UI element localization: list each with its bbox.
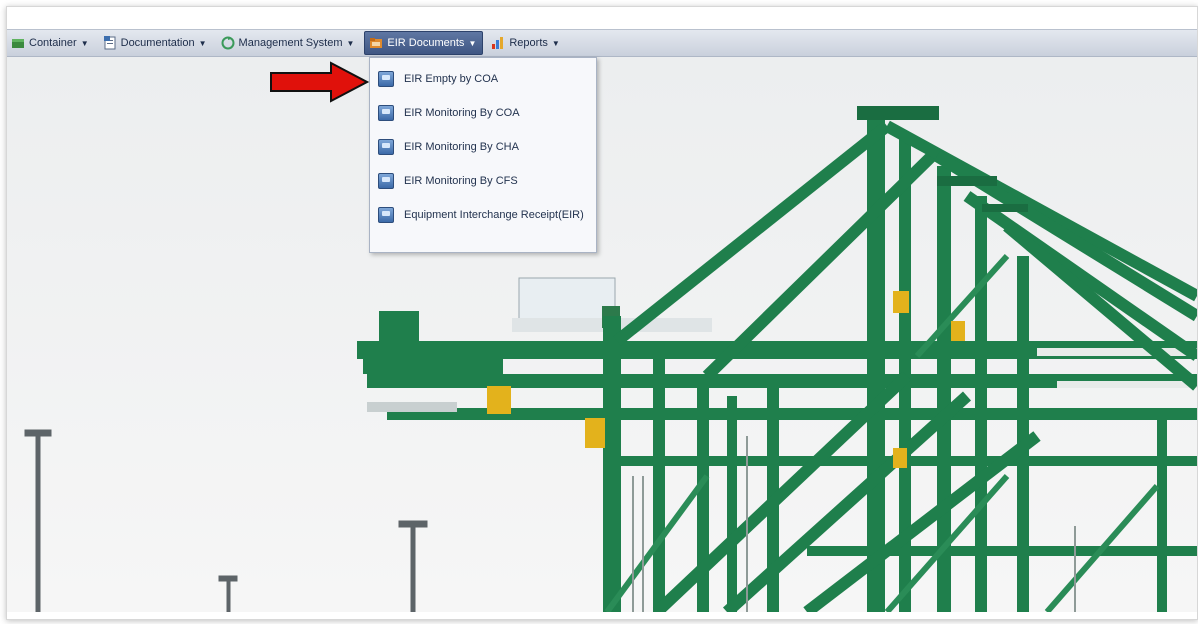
- menu-reports[interactable]: Reports ▼: [487, 32, 565, 54]
- monitor-icon: [378, 207, 394, 223]
- menu-item-label: Equipment Interchange Receipt(EIR): [404, 209, 584, 221]
- monitor-icon: [378, 105, 394, 121]
- menu-item-label: EIR Empty by COA: [404, 73, 499, 85]
- red-pointer-arrow-icon: [270, 61, 369, 103]
- monitor-icon: [378, 139, 394, 155]
- eir-documents-dropdown-menu: EIR Empty by COA EIR Monitoring By COA E…: [369, 57, 597, 253]
- chevron-down-icon: ▼: [346, 38, 355, 48]
- app-window: Container ▼ Documentation ▼ Management S…: [6, 6, 1198, 620]
- container-icon: [11, 36, 25, 50]
- management-icon: [221, 36, 235, 50]
- menu-eir-documents-label: EIR Documents: [387, 37, 465, 49]
- menu-documentation[interactable]: Documentation ▼: [99, 32, 213, 54]
- menu-item-label: EIR Monitoring By CHA: [404, 141, 519, 153]
- menu-item-equipment-interchange-receipt[interactable]: Equipment Interchange Receipt(EIR): [370, 198, 596, 232]
- reports-chart-icon: [491, 36, 505, 50]
- menu-eir-documents[interactable]: EIR Documents ▼: [364, 31, 484, 55]
- menu-management-system[interactable]: Management System ▼: [217, 32, 361, 54]
- menu-item-eir-empty-by-coa[interactable]: EIR Empty by COA: [370, 62, 596, 96]
- main-menubar: Container ▼ Documentation ▼ Management S…: [7, 29, 1197, 57]
- menu-documentation-label: Documentation: [120, 37, 195, 49]
- menu-item-label: EIR Monitoring By CFS: [404, 175, 518, 187]
- crane-illustration: [7, 56, 1197, 612]
- menu-item-label: EIR Monitoring By COA: [404, 107, 520, 119]
- chevron-down-icon: ▼: [468, 38, 477, 48]
- menu-reports-label: Reports: [509, 37, 548, 49]
- eir-folder-icon: [369, 36, 383, 50]
- menu-item-eir-monitoring-by-cha[interactable]: EIR Monitoring By CHA: [370, 130, 596, 164]
- chevron-down-icon: ▼: [198, 38, 207, 48]
- menu-item-eir-monitoring-by-cfs[interactable]: EIR Monitoring By CFS: [370, 164, 596, 198]
- documentation-icon: [103, 36, 117, 50]
- chevron-down-icon: ▼: [551, 38, 560, 48]
- port-crane-background-image: [7, 56, 1197, 612]
- chevron-down-icon: ▼: [80, 38, 89, 48]
- menu-container-label: Container: [29, 37, 77, 49]
- menu-item-eir-monitoring-by-coa[interactable]: EIR Monitoring By COA: [370, 96, 596, 130]
- menu-container[interactable]: Container ▼: [7, 32, 95, 54]
- menu-management-label: Management System: [238, 37, 343, 49]
- monitor-icon: [378, 71, 394, 87]
- monitor-icon: [378, 173, 394, 189]
